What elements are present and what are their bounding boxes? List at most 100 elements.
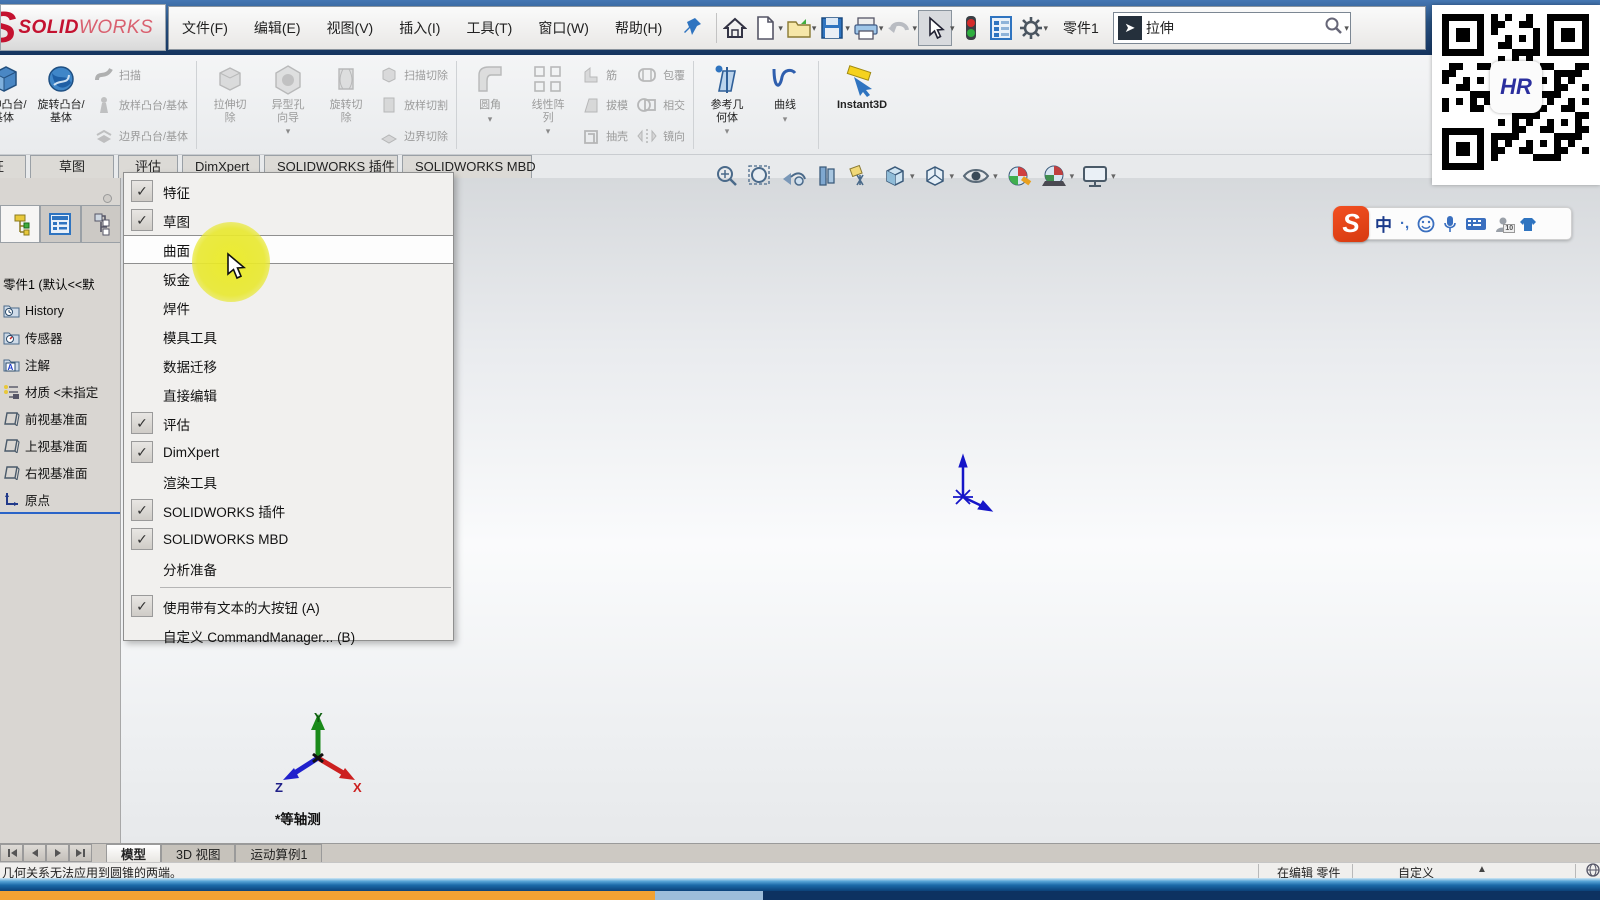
home-button[interactable] [720, 11, 750, 45]
zoom-to-area-icon[interactable] [746, 163, 772, 189]
menu-item-analysis-preparation[interactable]: 分析准备 [124, 554, 453, 583]
menu-insert[interactable]: 插入(I) [386, 7, 453, 49]
fillet-dropdown[interactable]: ▾ [488, 114, 493, 125]
options-list-button[interactable] [986, 11, 1016, 45]
select-tool-dropdown[interactable]: ▾ [950, 23, 955, 34]
tab-sketch[interactable]: 草图 [30, 155, 114, 178]
search-box[interactable]: ➤ 拉伸 ▾ [1113, 12, 1351, 44]
menu-item-render-tools[interactable]: 渲染工具 [124, 467, 453, 496]
mirror-button[interactable]: 镜向 [636, 122, 685, 149]
boundary-boss-button[interactable]: 边界凸台/基体 [94, 122, 188, 149]
open-dropdown[interactable]: ▾ [812, 23, 817, 34]
panel-pin-icon[interactable] [103, 194, 112, 203]
menu-item-customize-commandmanager[interactable]: 自定义 CommandManager... (B) [124, 621, 453, 650]
undo-dropdown[interactable]: ▾ [912, 23, 917, 34]
print-button[interactable] [851, 11, 881, 45]
reference-geometry-dropdown[interactable]: ▾ [725, 126, 730, 137]
menu-item-direct-editing[interactable]: 直接编辑 [124, 380, 453, 409]
open-button[interactable] [784, 11, 814, 45]
extruded-cut-button[interactable]: 拉伸切 除 [201, 59, 259, 151]
revolved-cut-button[interactable]: 旋转切 除 [317, 59, 375, 151]
curves-button[interactable]: 曲线 ▾ [756, 59, 814, 151]
ime-language-mode[interactable]: 中 [1375, 211, 1392, 236]
ime-punctuation-icon[interactable]: ·, [1400, 215, 1409, 232]
wrap-button[interactable]: 包覆 [636, 61, 685, 88]
video-progress-track[interactable] [0, 891, 1600, 900]
view-orientation-dropdown[interactable]: ▾ [910, 171, 915, 182]
fillet-button[interactable]: 圆角 ▾ [461, 59, 519, 151]
hide-show-items-icon[interactable]: ▾ [961, 163, 998, 189]
menu-item-data-migration[interactable]: 数据迁移 [124, 351, 453, 380]
tab-model[interactable]: 模型 [106, 844, 161, 862]
previous-view-icon[interactable] [779, 163, 807, 189]
ime-voice-icon[interactable] [1443, 215, 1457, 233]
search-dropdown[interactable]: ▾ [1344, 23, 1349, 34]
new-document-dropdown[interactable]: ▾ [778, 23, 783, 34]
extrude-boss-button[interactable]: 拉伸凸台/基体 [0, 59, 32, 151]
menu-edit[interactable]: 编辑(E) [241, 7, 314, 49]
view-settings-dropdown[interactable]: ▾ [1111, 171, 1116, 182]
apply-scene-icon[interactable]: ▾ [1040, 163, 1075, 189]
tab-3d-views[interactable]: 3D 视图 [161, 844, 235, 862]
menu-item-weldments[interactable]: 焊件 [124, 293, 453, 322]
search-input[interactable]: 拉伸 [1146, 18, 1322, 38]
linear-pattern-dropdown[interactable]: ▾ [546, 126, 551, 137]
tree-root-part[interactable]: 零件1 (默认<<默 [3, 270, 121, 297]
menu-item-use-large-buttons[interactable]: 使用带有文本的大按钮 (A) [124, 592, 453, 621]
zoom-to-fit-icon[interactable] [713, 163, 739, 189]
tab-motion-study[interactable]: 运动算例1 [235, 844, 322, 862]
shell-button[interactable]: 抽壳 [581, 122, 628, 149]
gear-dropdown[interactable]: ▾ [1044, 23, 1049, 34]
menu-item-dimxpert[interactable]: DimXpert [124, 438, 453, 467]
lofted-cut-button[interactable]: 放样切割 [379, 92, 448, 119]
new-document-button[interactable] [750, 11, 780, 45]
ime-keyboard-icon[interactable] [1465, 216, 1487, 232]
undo-button[interactable] [884, 11, 914, 45]
sogou-logo-icon[interactable]: S [1333, 206, 1369, 242]
menu-help[interactable]: 帮助(H) [602, 7, 675, 49]
menu-view[interactable]: 视图(V) [314, 7, 387, 49]
search-icon[interactable] [1324, 16, 1344, 41]
propertymanager-tab[interactable] [40, 205, 80, 243]
tree-item-origin[interactable]: 原点 [3, 486, 121, 513]
menu-item-solidworks-mbd[interactable]: SOLIDWORKS MBD [124, 525, 453, 554]
swept-cut-button[interactable]: 扫描切除 [379, 61, 448, 88]
previous-tab-button[interactable] [23, 844, 46, 862]
video-seek-bar[interactable] [0, 878, 1600, 891]
rib-button[interactable]: 筋 [581, 61, 628, 88]
view-settings-icon[interactable]: ▾ [1081, 163, 1116, 189]
menu-item-evaluate[interactable]: 评估 [124, 409, 453, 438]
menu-item-solidworks-addins[interactable]: SOLIDWORKS 插件 [124, 496, 453, 525]
save-dropdown[interactable]: ▾ [845, 23, 850, 34]
measure-icon[interactable] [847, 163, 875, 189]
configurationmanager-tab[interactable] [81, 205, 121, 243]
pin-menu-icon[interactable] [681, 15, 707, 41]
menu-file[interactable]: 文件(F) [169, 7, 241, 49]
view-orientation-icon[interactable]: ▾ [882, 163, 915, 189]
status-expand-icon[interactable]: ▲ [1477, 864, 1487, 875]
save-button[interactable] [817, 11, 847, 45]
tree-item-annotations[interactable]: A 注解 [3, 351, 121, 378]
hole-wizard-dropdown[interactable]: ▾ [286, 126, 291, 137]
tree-item-top-plane[interactable]: 上视基准面 [3, 432, 121, 459]
first-tab-button[interactable] [0, 844, 23, 862]
ime-account-icon[interactable]: 10 [1495, 216, 1511, 232]
tree-item-right-plane[interactable]: 右视基准面 [3, 459, 121, 486]
menu-window[interactable]: 窗口(W) [525, 7, 602, 49]
print-dropdown[interactable]: ▾ [879, 23, 884, 34]
menu-item-features[interactable]: 特征 [124, 177, 453, 206]
tree-item-sensors[interactable]: 传感器 [3, 324, 121, 351]
menu-item-mold-tools[interactable]: 模具工具 [124, 322, 453, 351]
loft-button[interactable]: 放样凸台/基体 [94, 92, 188, 119]
apply-scene-dropdown[interactable]: ▾ [1070, 171, 1075, 182]
menu-item-sheet-metal[interactable]: 钣金 [124, 264, 453, 293]
edit-appearance-icon[interactable] [1005, 163, 1033, 189]
hole-wizard-button[interactable]: 异型孔 向导 ▾ [259, 59, 317, 151]
gear-icon[interactable] [1016, 11, 1046, 45]
menu-item-surfaces[interactable]: 曲面 [124, 235, 453, 264]
revolve-boss-button[interactable]: 旋转凸台/基体 [32, 59, 90, 151]
section-view-icon[interactable] [814, 163, 840, 189]
tree-item-front-plane[interactable]: 前视基准面 [3, 405, 121, 432]
draft-button[interactable]: 拔模 [581, 92, 628, 119]
ime-toolbar[interactable]: S 中 ·, 10 [1340, 207, 1572, 240]
